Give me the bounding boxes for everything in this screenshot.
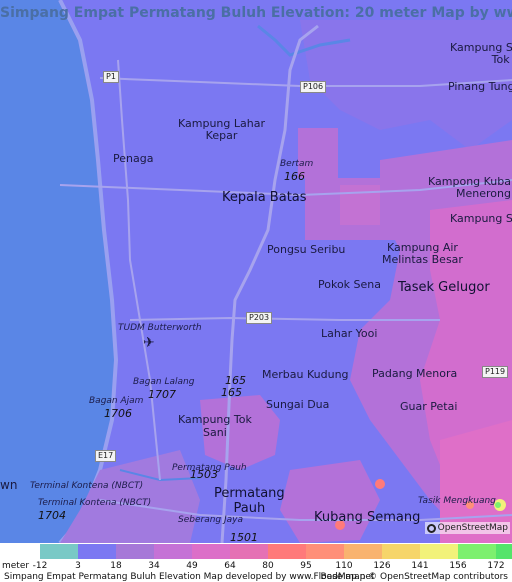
road-shield-p106: P106 bbox=[300, 81, 327, 93]
road-shield-p119: P119 bbox=[482, 366, 509, 378]
legend-tick-label: -12 bbox=[32, 561, 48, 571]
place-permatang-pauh-text: Permatang Pauh bbox=[214, 486, 285, 516]
road-shield-p203: P203 bbox=[246, 312, 273, 324]
place-guar-petai: Guar Petai bbox=[400, 400, 458, 413]
place-permatang-pauh: Permatang Pauh bbox=[214, 486, 285, 516]
route-1707: 1707 bbox=[148, 388, 176, 401]
legend-tick-label: 18 bbox=[110, 561, 122, 571]
place-merbau-kudung: Merbau Kudung bbox=[262, 368, 349, 381]
place-penaga: Penaga bbox=[113, 152, 154, 165]
place-kampung-sun-tok-so: Kampung Sun Tok So bbox=[450, 42, 512, 66]
legend-swatch bbox=[230, 544, 268, 559]
place-kampung-lahar-kepar-text: Kampung Lahar Kepar bbox=[178, 117, 265, 142]
legend-tick-label: 95 bbox=[300, 561, 312, 571]
place-seberang-jaya: Seberang Jaya bbox=[178, 515, 244, 525]
legend-tick-label: 141 bbox=[411, 561, 429, 571]
high-spot-1 bbox=[375, 479, 385, 489]
legend-unit: meter bbox=[2, 561, 30, 571]
place-pinang-tunggal: Pinang Tungga bbox=[448, 80, 512, 93]
place-kampung-lahar-kepar: Kampung Lahar Kepar bbox=[178, 118, 265, 142]
place-kampung-air-melintas-text: Kampung Air Melintas Besar bbox=[382, 241, 463, 266]
place-wn: wn bbox=[0, 478, 18, 492]
place-padang-menora: Padang Menora bbox=[372, 367, 458, 380]
place-kampong-kubang-menerong: Kampong Kuba Menerong bbox=[428, 176, 511, 200]
place-sungai-dua: Sungai Dua bbox=[266, 398, 330, 411]
place-lahar-yooi: Lahar Yooi bbox=[321, 327, 378, 340]
place-kampung-sun-right: Kampung Sun bbox=[450, 212, 512, 225]
elevation-legend: meter Simpang Empat Permatang Buluh Elev… bbox=[0, 543, 512, 582]
legend-tick-label: 34 bbox=[148, 561, 160, 571]
map-title: Simpang Empat Permatang Buluh Elevation:… bbox=[0, 5, 512, 21]
place-kampung-sun-tok-so-text: Kampung Sun Tok So bbox=[450, 41, 512, 66]
place-terminal-kontena-1: Terminal Kontena (NBCT) bbox=[30, 481, 144, 491]
legend-tick-label: 64 bbox=[224, 561, 236, 571]
legend-swatch bbox=[382, 544, 420, 559]
route-1704: 1704 bbox=[38, 509, 66, 522]
place-tasek-gelugor: Tasek Gelugor bbox=[398, 280, 490, 295]
legend-tick-label: 49 bbox=[186, 561, 198, 571]
legend-tick-label: 156 bbox=[449, 561, 467, 571]
airport-icon: ✈ bbox=[143, 335, 155, 351]
legend-swatch bbox=[458, 544, 496, 559]
legend-swatch bbox=[420, 544, 458, 559]
route-166: 166 bbox=[284, 170, 305, 183]
place-bagan-ajam: Bagan Ajam bbox=[89, 396, 144, 406]
legend-swatch bbox=[116, 544, 154, 559]
legend-swatch bbox=[306, 544, 344, 559]
place-terminal-kontena-2: Terminal Kontena (NBCT) bbox=[38, 498, 152, 508]
place-bertam: Bertam bbox=[280, 159, 314, 169]
legend-swatch bbox=[154, 544, 192, 559]
footer-basemap-credit: Base map © OpenStreetMap contributors bbox=[320, 572, 508, 582]
legend-swatch bbox=[344, 544, 382, 559]
legend-swatch bbox=[268, 544, 306, 559]
legend-tick-label: 172 bbox=[487, 561, 505, 571]
road-shield-e17: E17 bbox=[95, 450, 117, 462]
legend-tick-label: 126 bbox=[373, 561, 391, 571]
place-kubang-semang: Kubang Semang bbox=[314, 510, 421, 525]
place-kepala-batas: Kepala Batas bbox=[222, 190, 307, 205]
place-tasik-mengkuang: Tasik Mengkuang bbox=[418, 496, 496, 506]
route-165-b: 165 bbox=[221, 386, 242, 399]
openstreetmap-badge-text: OpenStreetMap bbox=[437, 523, 508, 533]
legend-swatch bbox=[40, 544, 78, 559]
elevation-map[interactable] bbox=[0, 0, 512, 543]
footer-credit: Simpang Empat Permatang Buluh Elevation … bbox=[4, 572, 375, 582]
road-shield-p1: P1 bbox=[103, 71, 119, 83]
place-bagan-lalang: Bagan Lalang bbox=[133, 377, 195, 387]
legend-tick-label: 3 bbox=[75, 561, 81, 571]
legend-tick-label: 80 bbox=[262, 561, 274, 571]
place-kampung-air-melintas: Kampung Air Melintas Besar bbox=[382, 242, 463, 266]
legend-swatch bbox=[78, 544, 116, 559]
route-1503: 1503 bbox=[190, 468, 218, 481]
place-pokok-sena: Pokok Sena bbox=[318, 278, 382, 291]
place-kampung-tok-sani-text: Kampung Tok Sani bbox=[178, 413, 252, 439]
legend-swatch bbox=[496, 544, 512, 559]
place-pongsu-seribu: Pongsu Seribu bbox=[267, 243, 346, 256]
place-kampong-kubang-menerong-text: Kampong Kuba Menerong bbox=[428, 175, 511, 200]
legend-swatch bbox=[192, 544, 230, 559]
legend-tick-label: 110 bbox=[335, 561, 353, 571]
place-kampung-tok-sani: Kampung Tok Sani bbox=[178, 413, 252, 439]
magnifier-icon bbox=[426, 523, 436, 533]
openstreetmap-badge[interactable]: OpenStreetMap bbox=[424, 522, 510, 534]
place-tudm-butterworth: TUDM Butterworth bbox=[118, 323, 202, 333]
route-1706: 1706 bbox=[104, 407, 132, 420]
